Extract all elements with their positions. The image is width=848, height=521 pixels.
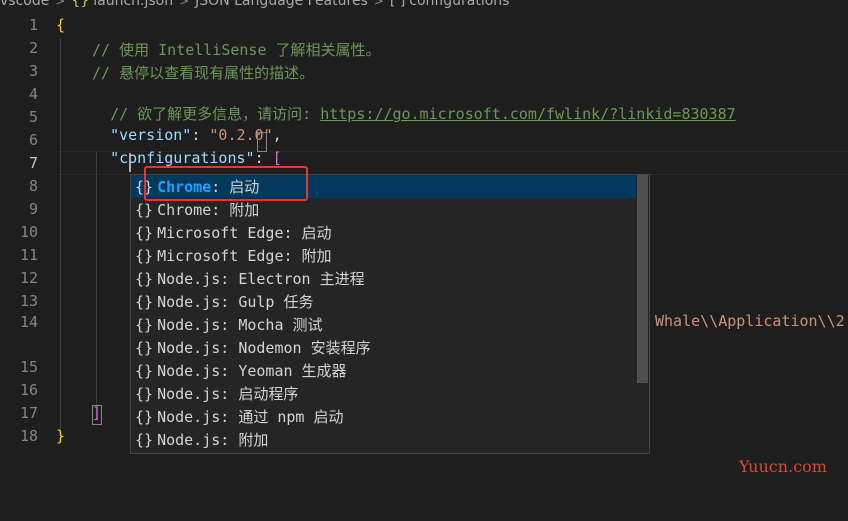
breadcrumb-item-folder[interactable]: vscode (0, 0, 49, 9)
text-cursor (129, 153, 131, 172)
line-number: 16 (19, 381, 38, 399)
snippet-icon: {} (135, 361, 154, 380)
line-number: 13 (19, 292, 38, 310)
snippet-icon: {} (135, 315, 154, 334)
suggest-item[interactable]: {} Node.js: 启动程序 (131, 382, 636, 405)
json-file-icon: {} (71, 0, 90, 9)
code-line-6[interactable]: "configurations": [ (92, 131, 282, 167)
suggest-item[interactable]: {} Microsoft Edge: 启动 (131, 221, 636, 244)
highlight-annotation-box (144, 166, 308, 201)
code-line-1[interactable]: { (56, 16, 65, 34)
line-number: 15 (19, 358, 38, 376)
suggest-item[interactable]: {} Node.js: Mocha 测试 (131, 313, 636, 336)
indent-guide (96, 152, 97, 408)
line-number: 11 (19, 246, 38, 264)
suggest-item[interactable]: {} Node.js: Yeoman 生成器 (131, 359, 636, 382)
docs-link[interactable]: https://go.microsoft.com/fwlink/?linkid=… (320, 105, 735, 123)
suggest-item[interactable]: {} Chrome: 附加 (131, 198, 636, 221)
suggest-item-label: Node.js: Gulp 任务 (157, 293, 314, 311)
line-number: 17 (19, 404, 38, 422)
line-number: 14 (19, 313, 38, 331)
breadcrumb: vscode > {} launch.json > JSON Language … (0, 0, 848, 11)
breadcrumb-item-symbol[interactable]: configurations (409, 0, 509, 9)
line-number: 4 (28, 85, 38, 103)
snippet-icon: {} (135, 223, 154, 242)
breadcrumb-item-file[interactable]: launch.json (93, 0, 173, 9)
line-number: 18 (19, 427, 38, 445)
breadcrumb-item-language[interactable]: JSON Language Features (195, 0, 368, 9)
suggest-scrollbar-thumb[interactable] (637, 175, 648, 383)
line-number: 8 (28, 177, 38, 195)
suggest-item-label: Node.js: 附加 (157, 431, 269, 449)
suggest-item-label: Microsoft Edge: 启动 (157, 224, 332, 242)
snippet-icon: {} (135, 407, 154, 426)
suggest-item-label: Node.js: Nodemon 安装程序 (157, 339, 371, 357)
code-line-2[interactable]: // 使用 IntelliSense 了解相关属性。 (92, 39, 381, 60)
snippet-icon: {} (135, 338, 154, 357)
snippet-icon: {} (135, 384, 154, 403)
suggest-item-label: Node.js: Yeoman 生成器 (157, 362, 347, 380)
line-number: 1 (28, 16, 38, 34)
snippet-icon: {} (135, 246, 154, 265)
code-line-18[interactable]: } (56, 427, 65, 445)
suggest-item[interactable]: {} Node.js: 附加 (131, 428, 636, 451)
suggest-item-label: Node.js: Mocha 测试 (157, 316, 323, 334)
suggest-item-label: Node.js: 通过 npm 启动 (157, 408, 344, 426)
array-icon: [ ] (389, 0, 406, 9)
suggest-item[interactable]: {} Microsoft Edge: 附加 (131, 244, 636, 267)
line-number: 2 (28, 39, 38, 57)
line-number: 6 (28, 131, 38, 149)
watermark: Yuucn.com (739, 457, 827, 476)
suggest-item[interactable]: {} Node.js: 通过 npm 启动 (131, 405, 636, 428)
bracket-match-highlight (257, 132, 267, 152)
code-line-17[interactable]: ] (92, 404, 101, 422)
suggest-item-label: Microsoft Edge: 附加 (157, 247, 332, 265)
line-number: 9 (28, 200, 38, 218)
chevron-right-icon: > (55, 0, 66, 8)
json-key: "configurations" (110, 149, 255, 167)
suggest-widget[interactable]: {} Chrome: 启动 {} Chrome: 附加 {} Microsoft… (130, 174, 650, 454)
suggest-item[interactable]: {} Node.js: Electron 主进程 (131, 267, 636, 290)
line-number: 5 (28, 108, 38, 126)
line-number: 12 (19, 269, 38, 287)
chevron-right-icon: > (179, 0, 190, 8)
chevron-right-icon: > (373, 0, 384, 8)
line-number: 10 (19, 223, 38, 241)
suggest-scrollbar[interactable] (636, 175, 649, 451)
snippet-icon: {} (135, 430, 154, 449)
suggest-item-label: Chrome: 附加 (157, 201, 260, 219)
suggest-item-label: Node.js: Electron 主进程 (157, 270, 365, 288)
snippet-icon: {} (135, 200, 154, 219)
snippet-icon: {} (135, 292, 154, 311)
suggest-item[interactable]: {} Node.js: Nodemon 安装程序 (131, 336, 636, 359)
line-number: 7 (28, 154, 38, 172)
suggest-item-label: Node.js: 启动程序 (157, 385, 299, 403)
indent-guide (60, 38, 61, 430)
code-line-3[interactable]: // 悬停以查看现有属性的描述。 (92, 62, 314, 83)
open-bracket: [ (272, 149, 282, 167)
code-line-14-overflow: Whale\\Application\\2 (655, 312, 845, 330)
suggest-item[interactable]: {} Node.js: Gulp 任务 (131, 290, 636, 313)
snippet-icon: {} (135, 269, 154, 288)
line-number: 3 (28, 62, 38, 80)
